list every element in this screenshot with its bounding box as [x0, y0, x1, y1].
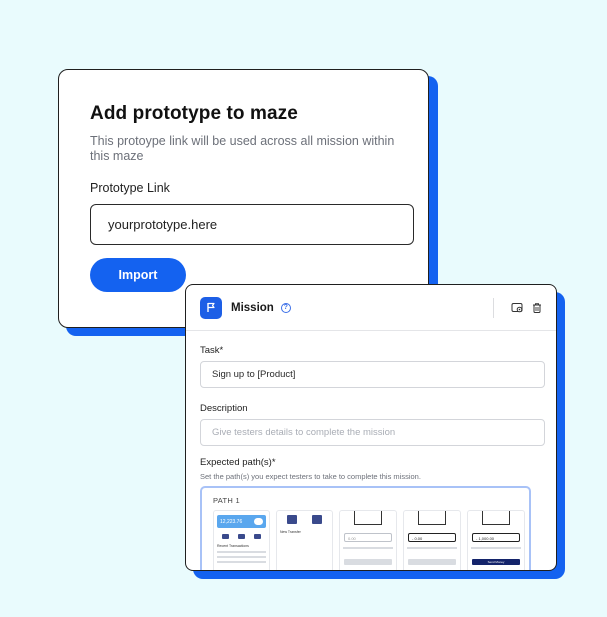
mission-card: Mission ? Task* Sign up to [Product] Des… — [185, 284, 557, 571]
note-line — [343, 547, 393, 549]
import-card-title: Add prototype to maze — [90, 103, 298, 124]
path-screen-send[interactable]: - 1,000.00 Send Money — [467, 510, 525, 570]
new-transfer: New Transfer — [280, 530, 301, 534]
mini-icon — [311, 515, 322, 524]
note-line — [471, 547, 521, 549]
mini-icon — [221, 534, 229, 539]
import-card-description: This protoype link will be used across a… — [90, 134, 395, 163]
transaction-row — [217, 551, 266, 553]
path-screen-amount-focus[interactable]: - 0.00 — [403, 510, 461, 570]
amount-field: - 1,000.00 — [472, 533, 520, 542]
note-line — [407, 547, 457, 549]
trash-icon[interactable] — [530, 301, 544, 315]
path-screen-dashboard[interactable]: 12,223.76 Recent Transactions — [213, 510, 270, 570]
transaction-row — [217, 556, 266, 558]
transaction-row — [217, 561, 266, 563]
path-screen-amount-empty[interactable]: 0.00 — [339, 510, 397, 570]
toggle-icon — [254, 518, 263, 525]
task-input[interactable]: Sign up to [Product] — [200, 361, 545, 388]
mission-title: Mission — [231, 301, 274, 314]
mini-icon — [237, 534, 245, 539]
path-name: PATH 1 — [213, 496, 240, 505]
mini-button — [344, 559, 392, 565]
phone-frame — [354, 511, 382, 525]
mission-header: Mission ? — [186, 285, 556, 331]
header-divider — [493, 297, 494, 318]
path-1-box[interactable]: PATH 1 12,223.76 Recent Transactions New… — [200, 486, 531, 570]
recent-transactions: Recent Transactions — [217, 544, 249, 548]
prototype-link-label: Prototype Link — [90, 181, 170, 195]
mini-icon — [254, 534, 262, 539]
amount-field: - 0.00 — [408, 533, 456, 542]
prototype-link-input[interactable]: yourprototype.here — [90, 204, 414, 245]
path-screen-transfer[interactable]: New Transfer — [276, 510, 333, 570]
expected-paths-hint: Set the path(s) you expect testers to ta… — [200, 472, 421, 481]
phone-frame — [418, 511, 446, 525]
balance-card: 12,223.76 — [217, 515, 266, 528]
mini-button — [408, 559, 456, 565]
phone-frame — [482, 511, 510, 525]
mini-icon — [287, 515, 298, 524]
question-circle-icon[interactable]: ? — [280, 302, 291, 313]
description-input[interactable]: Give testers details to complete the mis… — [200, 419, 545, 446]
import-button[interactable]: Import — [90, 258, 186, 292]
send-money-button: Send Money — [472, 559, 520, 565]
description-label: Description — [200, 403, 248, 414]
eye-card-icon[interactable] — [510, 301, 524, 315]
flag-icon — [200, 296, 222, 319]
task-label: Task* — [200, 345, 224, 356]
amount-field: 0.00 — [344, 533, 392, 542]
expected-paths-label: Expected path(s)* — [200, 457, 276, 468]
